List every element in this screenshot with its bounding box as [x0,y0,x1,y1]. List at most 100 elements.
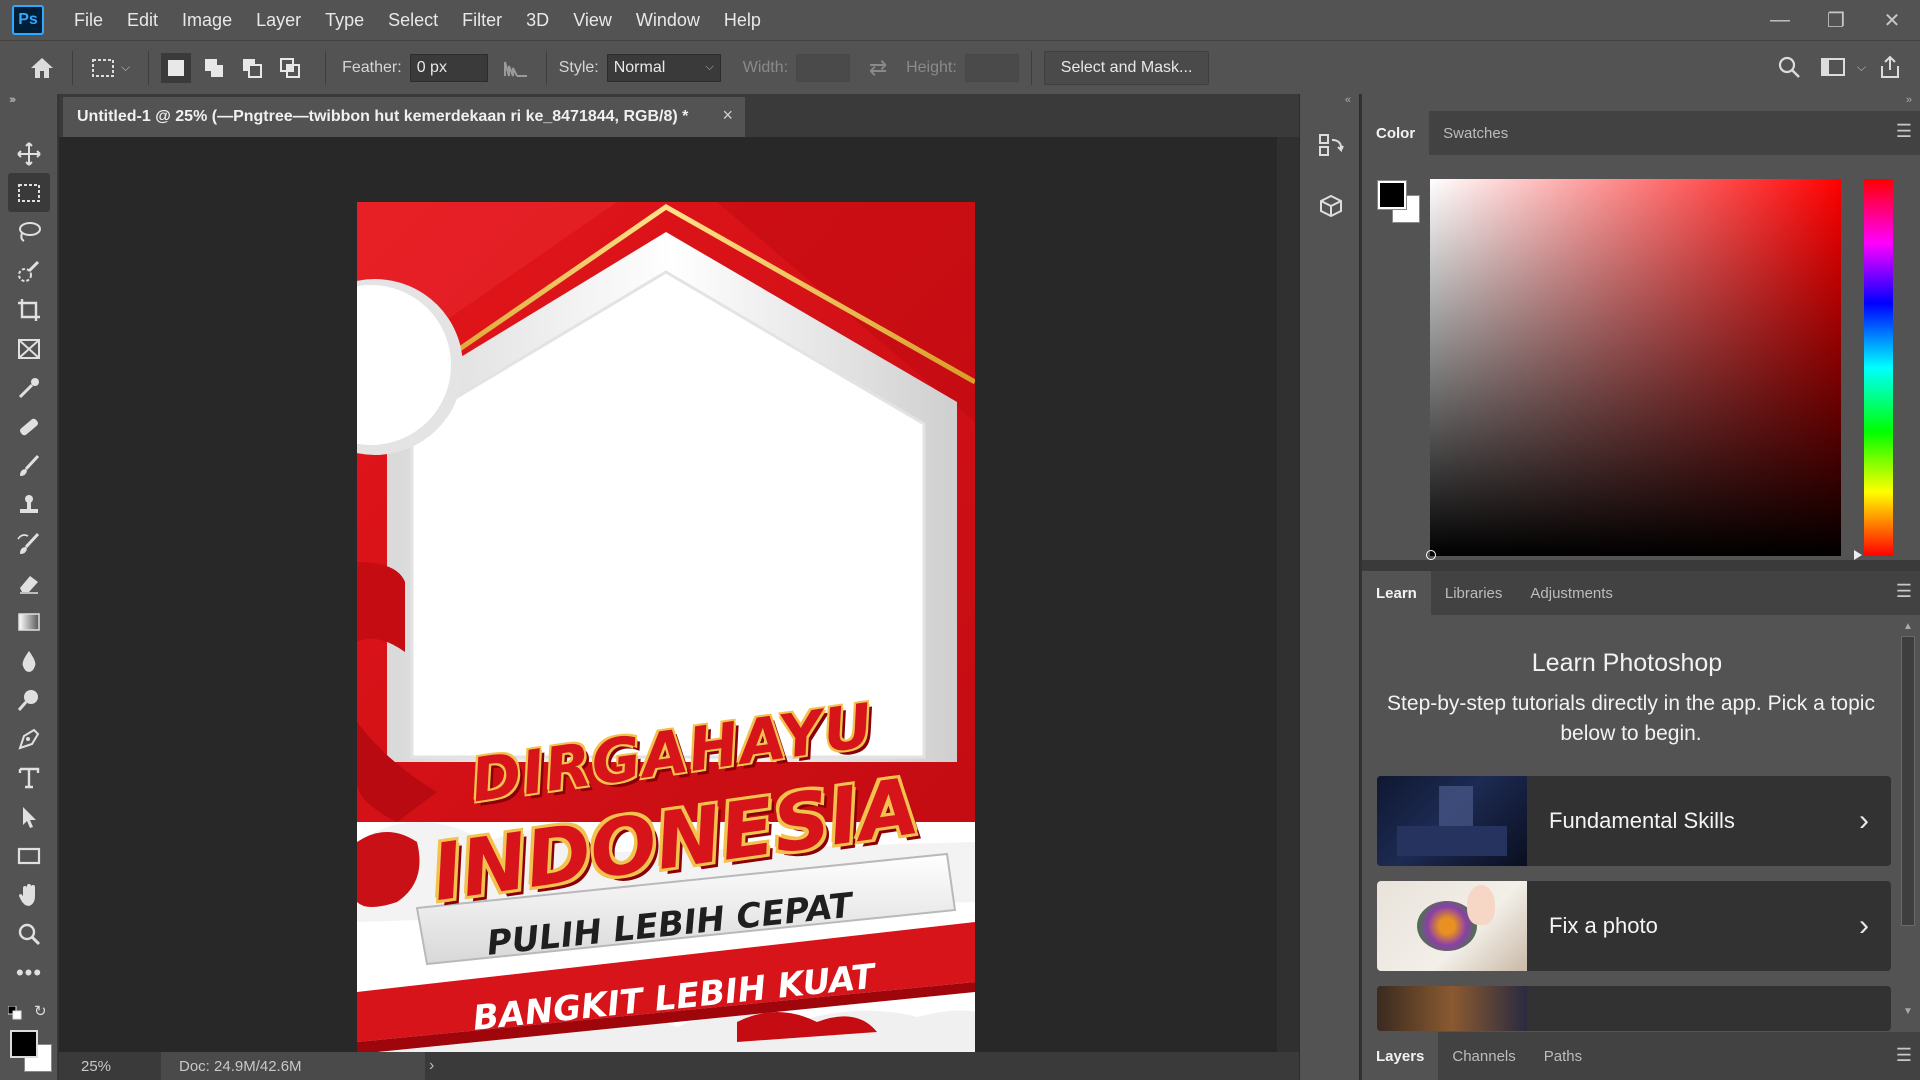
menu-layer[interactable]: Layer [244,0,313,40]
chevron-down-icon[interactable]: ⌵ [1857,60,1866,75]
share-icon[interactable] [1872,49,1908,85]
zoom-level[interactable]: 25% [59,1058,129,1075]
tab-paths[interactable]: Paths [1530,1032,1596,1080]
add-selection-icon[interactable] [199,53,229,83]
panel-menu-icon[interactable]: ☰ [1896,1045,1912,1066]
history-icon[interactable] [1300,120,1361,172]
chevron-down-icon: ⌵ [705,61,714,73]
panel-divider[interactable] [1362,560,1920,571]
color-picker-field[interactable] [1426,179,1841,560]
foreground-background-swatches[interactable] [8,1028,54,1074]
learn-scrollbar[interactable]: ▲ ▼ [1900,621,1916,1031]
quick-selection-tool-icon[interactable] [0,251,58,290]
restore-icon[interactable]: ❐ [1808,0,1864,40]
tab-adjustments[interactable]: Adjustments [1516,571,1627,615]
eraser-tool-icon[interactable] [0,563,58,602]
subtract-selection-icon[interactable] [237,53,267,83]
tools-panel: » ••• ↻ [0,94,58,1080]
blur-tool-icon[interactable] [0,641,58,680]
minimize-icon[interactable]: — [1752,0,1808,40]
menu-view[interactable]: View [561,0,624,40]
rectangular-marquee-tool-icon[interactable] [8,173,50,212]
menu-file[interactable]: File [62,0,115,40]
lasso-tool-icon[interactable] [0,212,58,251]
hue-slider[interactable] [1854,179,1893,560]
crop-tool-icon[interactable] [0,290,58,329]
foreground-swatch[interactable] [1377,180,1407,210]
menu-3d[interactable]: 3D [514,0,561,40]
new-selection-icon[interactable] [161,52,192,83]
rectangle-tool-icon[interactable] [0,836,58,875]
clone-stamp-tool-icon[interactable] [0,485,58,524]
3d-object-icon[interactable] [1300,180,1361,232]
hand-tool-icon[interactable] [0,875,58,914]
more-tools-icon[interactable]: ••• [0,953,58,992]
dodge-tool-icon[interactable] [0,680,58,719]
gradient-tool-icon[interactable] [0,602,58,641]
menu-help[interactable]: Help [712,0,773,40]
chevron-down-icon[interactable]: ⌵ [121,60,130,75]
path-selection-tool-icon[interactable] [0,797,58,836]
foreground-color-swatch[interactable] [10,1030,38,1058]
style-select[interactable]: Normal ⌵ [606,53,721,82]
panel-menu-icon[interactable]: ☰ [1896,581,1912,602]
search-icon[interactable] [1771,49,1807,85]
tab-swatches[interactable]: Swatches [1429,111,1522,155]
panel-menu-icon[interactable]: ☰ [1896,121,1912,142]
intersect-selection-icon[interactable] [275,53,305,83]
select-and-mask-button[interactable]: Select and Mask... [1043,50,1210,85]
menu-filter[interactable]: Filter [450,0,514,40]
color-picker-handle[interactable] [1426,550,1436,560]
tab-layers[interactable]: Layers [1362,1032,1439,1080]
eyedropper-tool-icon[interactable] [0,368,58,407]
type-tool-icon[interactable] [0,758,58,797]
height-input[interactable] [964,53,1019,82]
canvas[interactable]: DIRGAHAYU INDONESIA PULIH LEBIH CEPAT BA… [59,137,1299,1079]
separator [545,50,547,85]
menu-image[interactable]: Image [170,0,244,40]
default-colors-icon[interactable] [7,1005,22,1025]
home-icon[interactable] [24,50,60,86]
tab-learn[interactable]: Learn [1362,571,1431,615]
frame-tool-icon[interactable] [0,329,58,368]
swap-colors-icon[interactable]: ↻ [34,1002,47,1020]
swap-icon[interactable]: ⇄ [860,50,896,86]
menu-window[interactable]: Window [624,0,712,40]
scroll-thumb[interactable] [1901,636,1915,926]
collapse-panel-icon[interactable]: » [9,94,15,106]
scroll-up-icon[interactable]: ▲ [1900,621,1916,632]
workspace-icon[interactable] [1815,49,1851,85]
feather-input[interactable]: 0 px [409,53,488,82]
width-input[interactable] [796,53,851,82]
marquee-preset-icon[interactable] [85,50,121,86]
pen-tool-icon[interactable] [0,719,58,758]
tab-channels[interactable]: Channels [1438,1032,1529,1080]
twibbon-artwork[interactable]: DIRGAHAYU INDONESIA PULIH LEBIH CEPAT BA… [357,202,975,1079]
color-panel-swatches[interactable] [1377,180,1422,225]
scroll-down-icon[interactable]: ▼ [1900,1006,1916,1017]
document-size[interactable]: Doc: 24.9M/42.6M [161,1052,425,1080]
menu-type[interactable]: Type [313,0,376,40]
collapse-right-icon[interactable]: » [1906,94,1912,106]
collapse-dock-icon[interactable]: « [1300,94,1359,110]
anti-alias-icon[interactable] [498,50,534,86]
tab-libraries[interactable]: Libraries [1431,571,1517,615]
hue-slider-handle[interactable] [1854,550,1862,560]
brush-tool-icon[interactable] [0,446,58,485]
panel-dock-strip: « [1299,94,1360,1080]
history-brush-tool-icon[interactable] [0,524,58,563]
menu-edit[interactable]: Edit [115,0,170,40]
learn-card-fundamental-skills[interactable]: Fundamental Skills › [1377,776,1891,866]
menu-select[interactable]: Select [376,0,450,40]
close-icon[interactable]: × [722,105,733,126]
tab-color[interactable]: Color [1362,111,1430,155]
zoom-tool-icon[interactable] [0,914,58,953]
close-window-icon[interactable]: ✕ [1864,0,1920,40]
learn-card-fix-a-photo[interactable]: Fix a photo › [1377,881,1891,971]
canvas-scrollbar[interactable] [1277,137,1299,1052]
chevron-right-icon[interactable]: › [429,1057,434,1075]
learn-card-partial[interactable] [1377,986,1891,1031]
healing-brush-tool-icon[interactable] [0,407,58,446]
move-tool-icon[interactable] [0,134,58,173]
document-tab[interactable]: Untitled-1 @ 25% (—Pngtree—twibbon hut k… [63,97,745,137]
